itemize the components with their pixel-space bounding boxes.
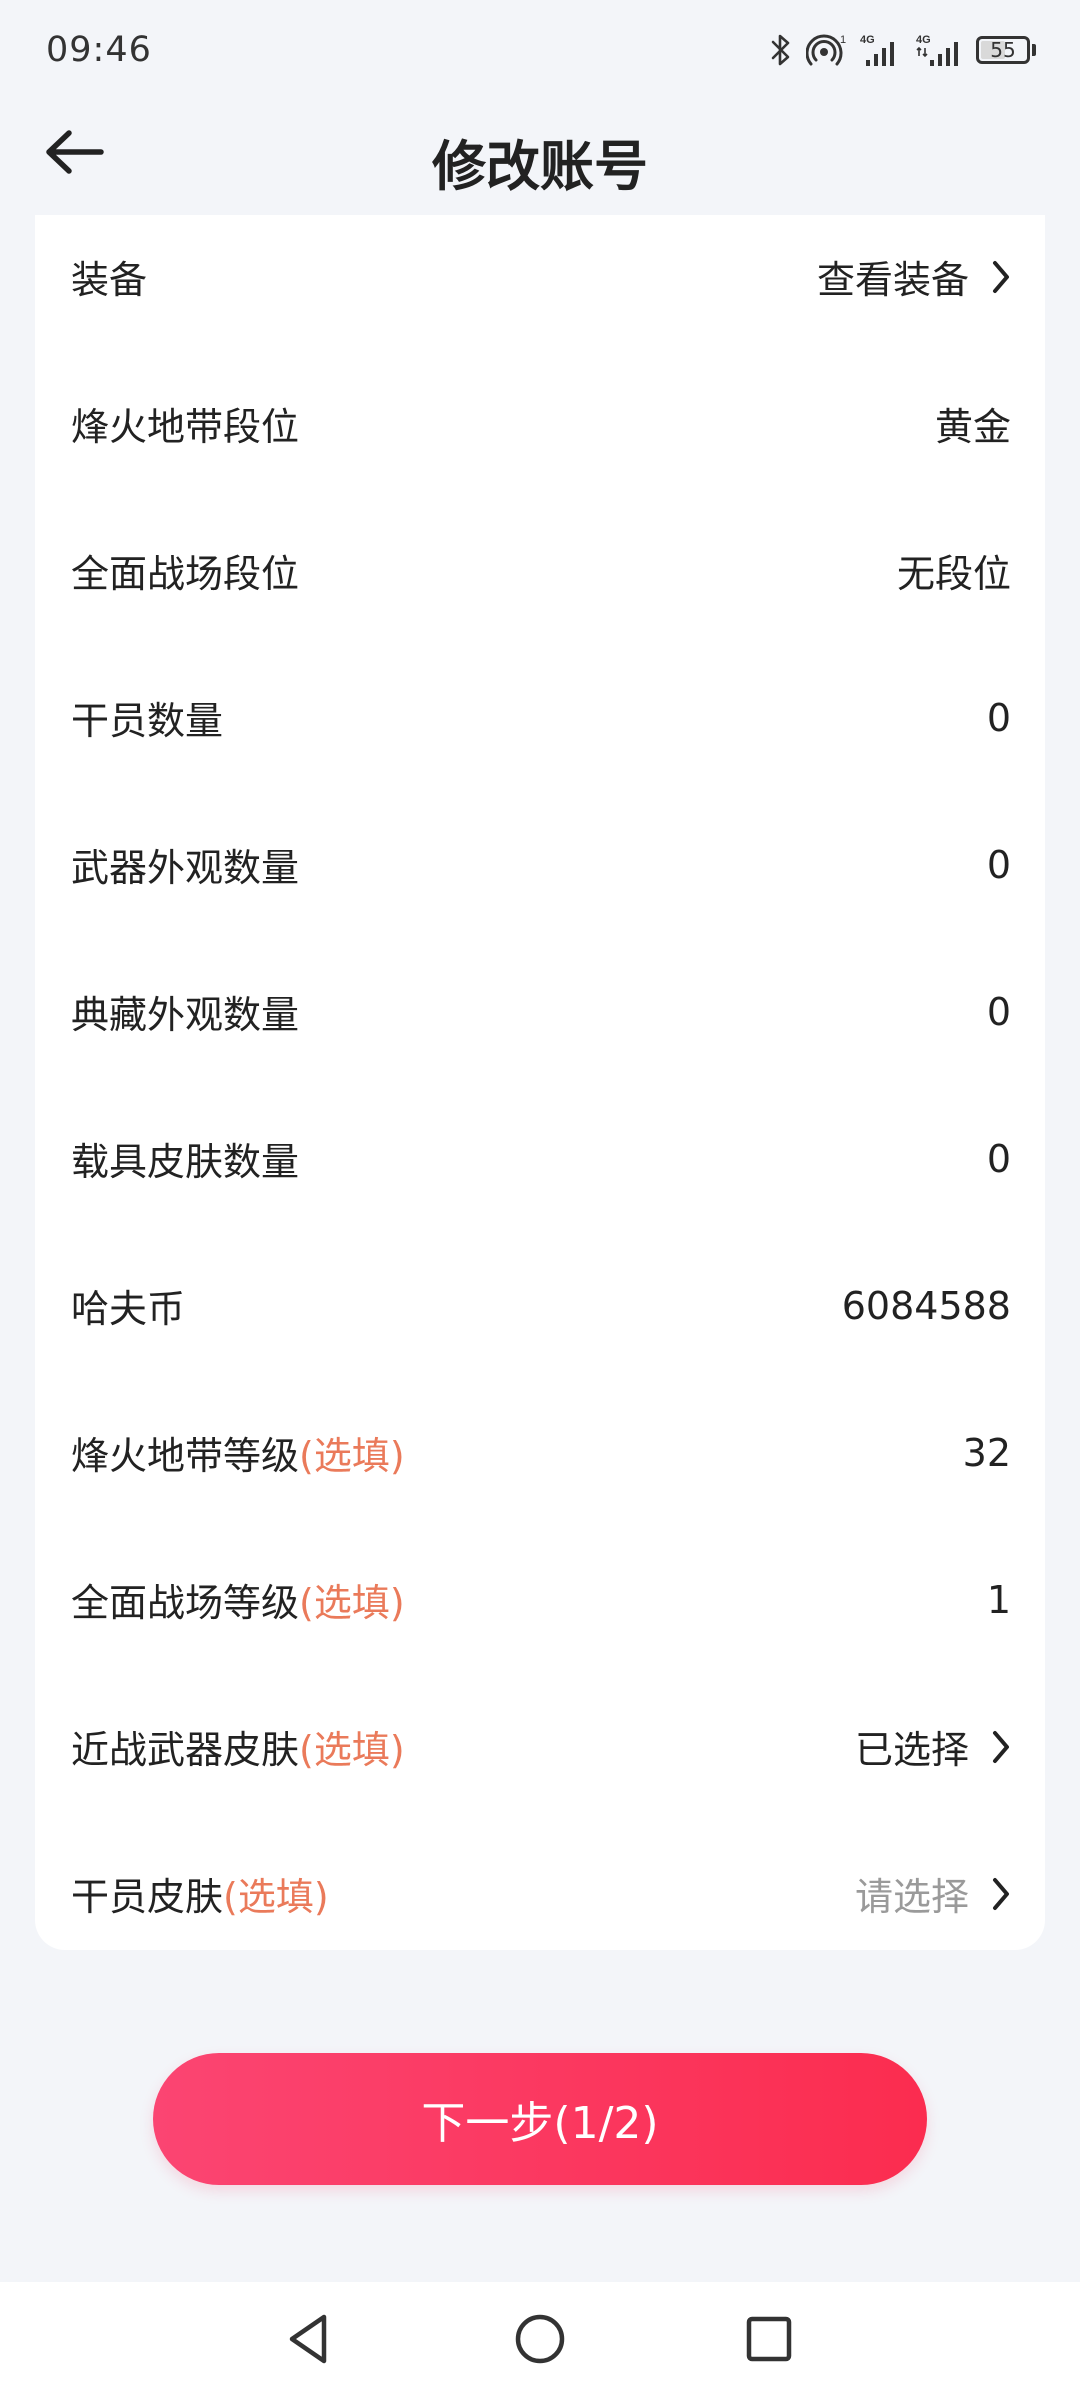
signal-4g-2-icon: 4G [916, 32, 962, 68]
form-row: 典藏外观数量 0 [35, 938, 1045, 1085]
row-value-text: 0 [986, 1136, 1011, 1181]
row-label-text: 全面战场等级 [71, 1581, 300, 1625]
row-label-text: 近战武器皮肤 [71, 1728, 300, 1772]
row-label: 典藏外观数量 [71, 984, 299, 1039]
recents-square-icon [744, 2314, 794, 2368]
row-label: 哈夫币 [71, 1278, 185, 1333]
form-row[interactable]: 近战武器皮肤(选填) 已选择 [35, 1673, 1045, 1820]
row-label-text: 载具皮肤数量 [71, 1140, 300, 1184]
row-label-text: 典藏外观数量 [71, 993, 300, 1037]
form-row: 烽火地带等级(选填) 32 [35, 1379, 1045, 1526]
battery: 55 [976, 36, 1030, 64]
row-label: 烽火地带等级(选填) [71, 1425, 405, 1480]
optional-tag: (选填) [299, 1581, 405, 1625]
chevron-right-icon [991, 259, 1011, 295]
status-time: 09:46 [46, 30, 152, 70]
row-label-text: 装备 [71, 258, 148, 302]
nav-back-button[interactable] [276, 2308, 342, 2374]
row-value: 0 [987, 696, 1011, 740]
nav-home-button[interactable] [507, 2308, 573, 2374]
chevron-right-icon [991, 1729, 1011, 1765]
row-label-text: 武器外观数量 [71, 846, 300, 890]
row-value-text: 1 [986, 1577, 1011, 1622]
row-value-text: 无段位 [896, 552, 1011, 596]
optional-tag: (选填) [299, 1434, 405, 1478]
row-label: 全面战场段位 [71, 543, 299, 598]
page-title: 修改账号 [432, 135, 648, 198]
row-label: 载具皮肤数量 [71, 1131, 299, 1186]
row-value-text: 查看装备 [816, 258, 969, 302]
form-row: 哈夫币 6084588 [35, 1232, 1045, 1379]
row-value: 32 [963, 1431, 1011, 1475]
row-value-text: 请选择 [854, 1875, 969, 1919]
row-label: 近战武器皮肤(选填) [71, 1719, 405, 1774]
form-row: 全面战场等级(选填) 1 [35, 1526, 1045, 1673]
row-value: 1 [987, 1578, 1011, 1622]
row-value: 0 [987, 1137, 1011, 1181]
network-label-1: 4G [860, 34, 875, 46]
home-circle-icon [513, 2312, 567, 2370]
row-label: 装备 [71, 249, 147, 304]
battery-icon: 55 [976, 36, 1036, 64]
form-row: 载具皮肤数量 0 [35, 1085, 1045, 1232]
row-label-text: 哈夫币 [71, 1287, 186, 1331]
optional-tag: (选填) [299, 1728, 405, 1772]
status-icons: 1 4G 4G 55 [770, 32, 1036, 68]
optional-tag: (选填) [223, 1875, 329, 1919]
form-row: 干员数量 0 [35, 644, 1045, 791]
network-label-2: 4G [916, 34, 931, 46]
form-row[interactable]: 装备 查看装备 [35, 203, 1045, 350]
row-value[interactable]: 请选择 [855, 1866, 1011, 1921]
system-nav-bar [0, 2282, 1080, 2400]
row-value-text: 6084588 [841, 1283, 1011, 1328]
row-value-text: 0 [986, 842, 1011, 887]
row-value: 黄金 [935, 396, 1011, 451]
row-label-text: 干员数量 [71, 699, 224, 743]
chevron-right-icon [991, 1876, 1011, 1912]
row-label-text: 全面战场段位 [71, 552, 300, 596]
row-label-text: 烽火地带等级 [71, 1434, 300, 1478]
row-value-text: 0 [986, 989, 1011, 1034]
row-label-text: 干员皮肤 [71, 1875, 224, 1919]
row-value: 0 [987, 990, 1011, 1034]
hotspot-badge: 1 [840, 34, 846, 46]
row-value-text: 已选择 [854, 1728, 969, 1772]
row-label: 干员皮肤(选填) [71, 1866, 329, 1921]
account-form-card: 装备 查看装备 烽火地带段位 黄金 全面战场段位 无段位 干员数量 0 武器外观数量 0 典藏外观数… [35, 215, 1045, 1950]
battery-tip [1032, 44, 1036, 56]
form-row: 全面战场段位 无段位 [35, 497, 1045, 644]
signal-4g-icon: 4G [860, 32, 902, 68]
form-row: 武器外观数量 0 [35, 791, 1045, 938]
bluetooth-icon [770, 33, 792, 67]
row-value-text: 黄金 [934, 405, 1011, 449]
form-row: 烽火地带段位 黄金 [35, 350, 1045, 497]
row-label-text: 烽火地带段位 [71, 405, 300, 449]
status-bar: 09:46 1 4G 4G 55 [0, 0, 1080, 100]
row-value[interactable]: 已选择 [855, 1719, 1011, 1774]
row-value-text: 32 [962, 1430, 1011, 1475]
row-label: 全面战场等级(选填) [71, 1572, 405, 1627]
row-value: 无段位 [897, 543, 1011, 598]
nav-recents-button[interactable] [736, 2308, 802, 2374]
hotspot-icon: 1 [806, 32, 846, 68]
back-triangle-icon [284, 2312, 334, 2370]
next-step-button[interactable]: 下一步(1/2) [153, 2053, 927, 2185]
header: 修改账号 [0, 100, 1080, 210]
row-value-text: 0 [986, 695, 1011, 740]
row-value[interactable]: 查看装备 [817, 249, 1011, 304]
battery-level: 55 [990, 38, 1016, 62]
form-row[interactable]: 干员皮肤(选填) 请选择 [35, 1820, 1045, 1967]
row-label: 干员数量 [71, 690, 223, 745]
row-label: 武器外观数量 [71, 837, 299, 892]
row-value: 0 [987, 843, 1011, 887]
row-value: 6084588 [842, 1284, 1011, 1328]
row-label: 烽火地带段位 [71, 396, 299, 451]
